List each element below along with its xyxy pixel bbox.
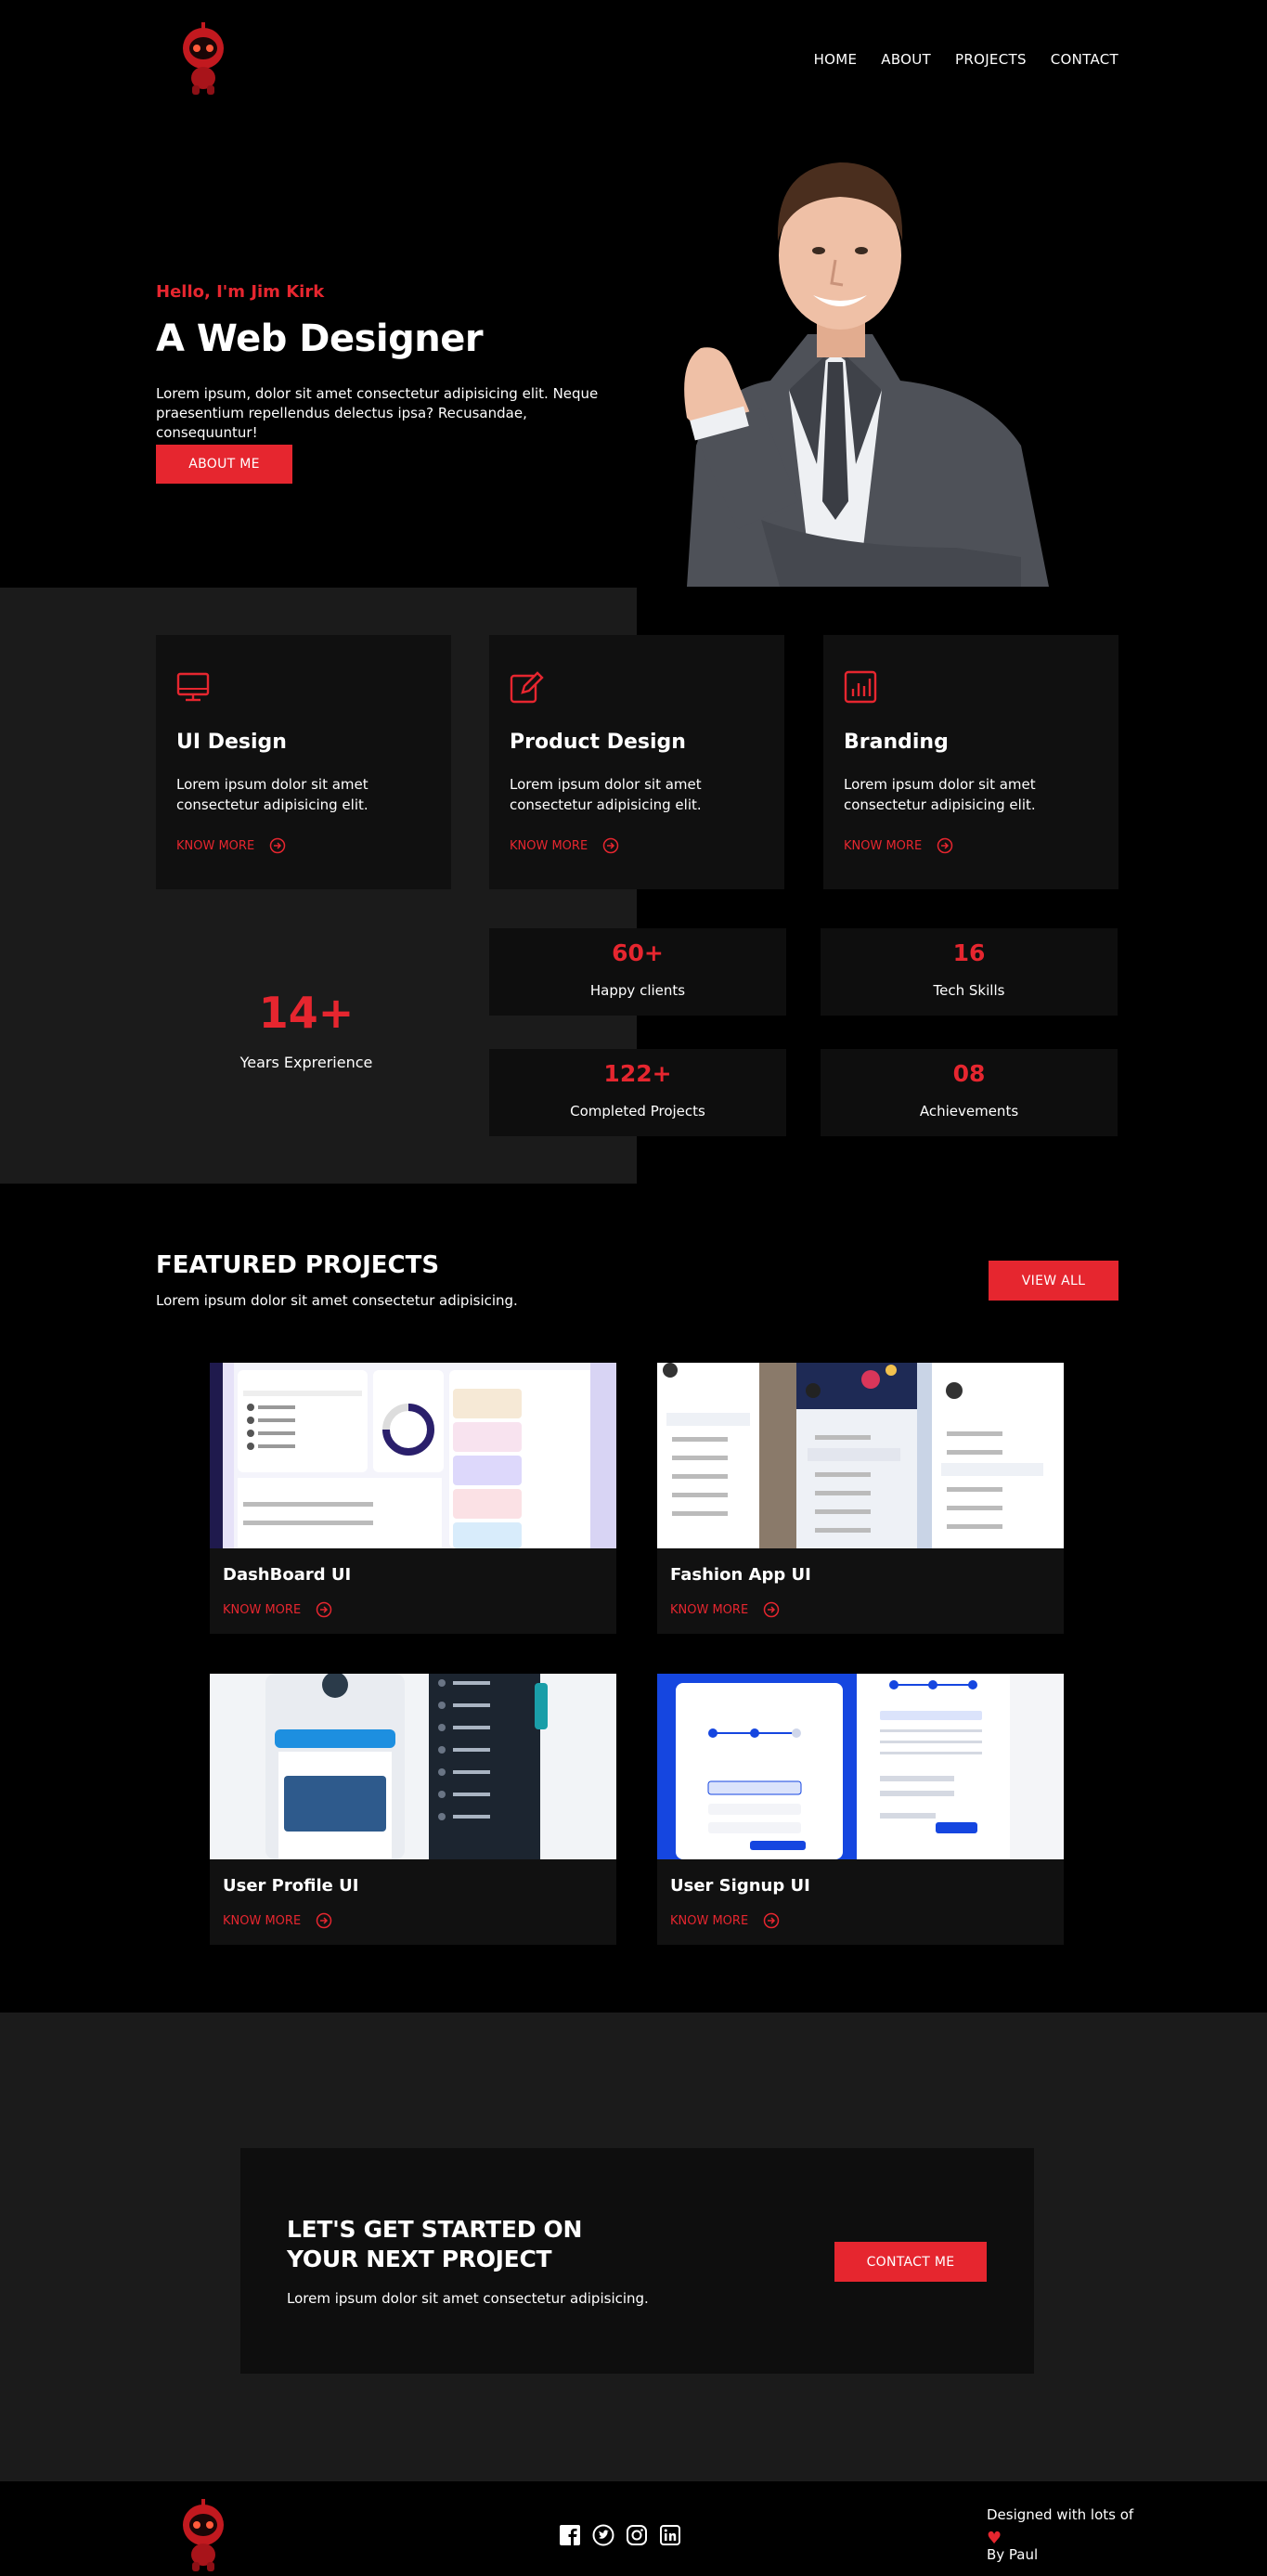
stat-happy-clients: 60+ Happy clients xyxy=(489,928,786,1016)
dashboard-ui-screenshot xyxy=(210,1363,616,1548)
hero-portrait-image xyxy=(684,162,1049,587)
fashion-app-ui-screenshot xyxy=(657,1363,1064,1548)
arrow-right-circle-icon xyxy=(763,1601,780,1618)
know-more-label: KNOW MORE xyxy=(223,1602,302,1617)
arrow-right-circle-icon xyxy=(602,837,619,854)
arrow-right-circle-icon xyxy=(763,1912,780,1929)
featured-subtitle: Lorem ipsum dolor sit amet consectetur a… xyxy=(156,1292,518,1309)
project-card-dashboard[interactable]: DashBoard UI KNOW MORE xyxy=(210,1363,616,1634)
stat-value: 122+ xyxy=(603,1060,672,1087)
hero-description: Lorem ipsum, dolor sit amet consectetur … xyxy=(156,385,599,441)
arrow-right-circle-icon xyxy=(316,1601,332,1618)
project-title: User Profile UI xyxy=(223,1876,359,1896)
know-more-label: KNOW MORE xyxy=(510,838,588,853)
service-title: UI Design xyxy=(176,731,287,754)
user-signup-ui-screenshot xyxy=(657,1674,1064,1859)
know-more-link[interactable]: KNOW MORE xyxy=(510,837,619,854)
project-title: Fashion App UI xyxy=(670,1565,811,1585)
logo-robot-icon[interactable] xyxy=(179,20,227,97)
monitor-icon xyxy=(176,672,210,702)
footer-credit-line2: By Paul xyxy=(987,2546,1039,2563)
project-card-fashion-app[interactable]: Fashion App UI KNOW MORE xyxy=(657,1363,1064,1634)
know-more-link[interactable]: KNOW MORE xyxy=(223,1912,332,1929)
stat-achievements: 08 Achievements xyxy=(821,1049,1118,1136)
service-text: Lorem ipsum dolor sit amet consectetur a… xyxy=(176,776,368,813)
main-nav: HOME ABOUT PROJECTS CONTACT xyxy=(814,51,1118,68)
stat-label: Achievements xyxy=(919,1103,1019,1120)
service-card-product-design: Product Design Lorem ipsum dolor sit ame… xyxy=(489,635,784,889)
nav-projects[interactable]: PROJECTS xyxy=(955,51,1027,68)
stat-tech-skills: 16 Tech Skills xyxy=(821,928,1118,1016)
twitter-icon[interactable] xyxy=(592,2524,614,2546)
nav-home[interactable]: HOME xyxy=(814,51,858,68)
heart-icon: ♥ xyxy=(987,2529,1002,2548)
know-more-label: KNOW MORE xyxy=(176,838,255,853)
instagram-icon[interactable] xyxy=(626,2524,648,2546)
stat-value: 16 xyxy=(952,939,986,966)
arrow-right-circle-icon xyxy=(937,837,953,854)
service-card-branding: Branding Lorem ipsum dolor sit amet cons… xyxy=(823,635,1118,889)
view-all-button[interactable]: VIEW ALL xyxy=(989,1261,1118,1301)
facebook-icon[interactable] xyxy=(559,2524,581,2546)
bar-chart-icon xyxy=(844,670,877,704)
hero-title: A Web Designer xyxy=(156,317,484,360)
know-more-link[interactable]: KNOW MORE xyxy=(670,1601,780,1618)
know-more-link[interactable]: KNOW MORE xyxy=(223,1601,332,1618)
nav-about[interactable]: ABOUT xyxy=(881,51,931,68)
about-me-button[interactable]: ABOUT ME xyxy=(156,445,292,484)
know-more-label: KNOW MORE xyxy=(670,1913,749,1928)
experience-label: Years Exprerience xyxy=(239,1054,373,1071)
know-more-label: KNOW MORE xyxy=(670,1602,749,1617)
project-card-user-profile[interactable]: User Profile UI KNOW MORE xyxy=(210,1674,616,1945)
hero-greeting: Hello, I'm Jim Kirk xyxy=(156,282,325,302)
service-text: Lorem ipsum dolor sit amet consectetur a… xyxy=(510,776,702,813)
pen-edit-icon xyxy=(510,671,544,704)
nav-contact[interactable]: CONTACT xyxy=(1051,51,1118,68)
know-more-label: KNOW MORE xyxy=(844,838,923,853)
project-card-user-signup[interactable]: User Signup UI KNOW MORE xyxy=(657,1674,1064,1945)
footer-credit-line1: Designed with lots of xyxy=(987,2506,1134,2523)
stat-value: 08 xyxy=(952,1060,986,1087)
stat-label: Completed Projects xyxy=(570,1103,705,1120)
arrow-right-circle-icon xyxy=(269,837,286,854)
stat-completed-projects: 122+ Completed Projects xyxy=(489,1049,786,1136)
experience-value: 14+ xyxy=(258,988,355,1038)
featured-title: FEATURED PROJECTS xyxy=(156,1251,440,1279)
stat-value: 60+ xyxy=(612,939,664,966)
footer-logo-robot-icon[interactable] xyxy=(179,2497,227,2573)
service-text: Lorem ipsum dolor sit amet consectetur a… xyxy=(844,776,1036,813)
know-more-label: KNOW MORE xyxy=(223,1913,302,1928)
service-card-ui-design: UI Design Lorem ipsum dolor sit amet con… xyxy=(156,635,451,889)
service-title: Branding xyxy=(844,731,949,754)
cta-title: LET'S GET STARTED ON YOUR NEXT PROJECT xyxy=(287,2216,583,2272)
social-links xyxy=(559,2524,681,2546)
contact-me-button[interactable]: CONTACT ME xyxy=(834,2242,987,2282)
know-more-link[interactable]: KNOW MORE xyxy=(844,837,953,854)
arrow-right-circle-icon xyxy=(316,1912,332,1929)
user-profile-ui-screenshot xyxy=(210,1674,616,1859)
linkedin-icon[interactable] xyxy=(659,2524,681,2546)
project-title: DashBoard UI xyxy=(223,1565,352,1585)
stat-label: Happy clients xyxy=(589,982,686,999)
know-more-link[interactable]: KNOW MORE xyxy=(670,1912,780,1929)
know-more-link[interactable]: KNOW MORE xyxy=(176,837,286,854)
stat-label: Tech Skills xyxy=(933,982,1005,999)
cta-subtitle: Lorem ipsum dolor sit amet consectetur a… xyxy=(287,2290,649,2307)
project-title: User Signup UI xyxy=(670,1876,810,1896)
service-title: Product Design xyxy=(510,731,686,754)
